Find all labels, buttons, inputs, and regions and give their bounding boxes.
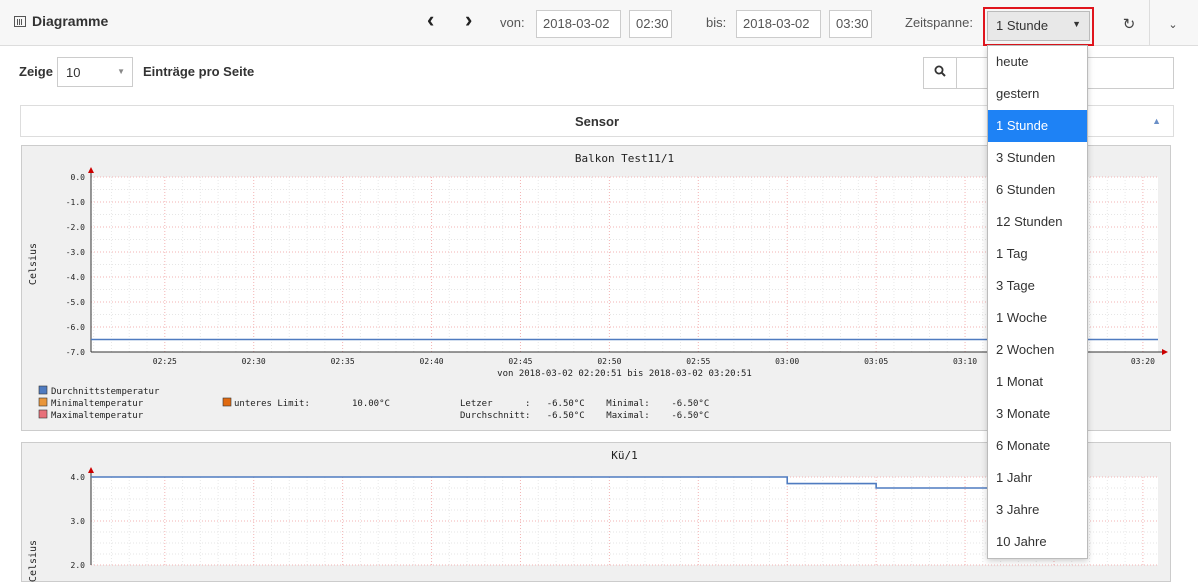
- x-tick-label: 03:10: [953, 357, 977, 366]
- bis-label: bis:: [706, 15, 727, 30]
- legend-entry: Durchnittstemperatur: [51, 387, 160, 397]
- x-tick-label: 02:45: [508, 357, 532, 366]
- stats-line: Letzer : -6.50°C Minimal: -6.50°C: [460, 399, 709, 409]
- bis-time-input[interactable]: 03:30: [829, 10, 872, 38]
- limit-swatch: [222, 397, 232, 407]
- panel-header: Diagramme ‹ › von: 2018-03-02 02:30 bis:…: [0, 0, 1198, 46]
- dropdown-option[interactable]: 3 Stunden: [988, 142, 1087, 174]
- x-axis-arrow: [1162, 349, 1168, 355]
- x-tick-label: 02:55: [686, 357, 710, 366]
- von-date-input[interactable]: 2018-03-02: [536, 10, 621, 38]
- y-tick-label: 2.0: [71, 561, 86, 570]
- per-page-select[interactable]: 10 ▼: [57, 57, 133, 87]
- bis-date-input[interactable]: 2018-03-02: [736, 10, 821, 38]
- legend-entry: Maximaltemperatur: [51, 411, 144, 421]
- zeitspanne-label: Zeitspanne:: [905, 15, 973, 30]
- legend-swatch: [38, 385, 48, 395]
- x-axis-label: von 2018-03-02 02:20:51 bis 2018-03-02 0…: [497, 369, 752, 379]
- divider: [1149, 0, 1150, 46]
- dropdown-option[interactable]: 10 Jahre: [988, 526, 1087, 558]
- dropdown-option[interactable]: 1 Monat: [988, 366, 1087, 398]
- dropdown-option[interactable]: 3 Jahre: [988, 494, 1087, 526]
- x-tick-label: 02:25: [153, 357, 177, 366]
- von-label: von:: [500, 15, 525, 30]
- y-tick-label: -1.0: [66, 198, 85, 207]
- legend-entry: Minimaltemperatur: [51, 399, 144, 409]
- selection-highlight: [983, 7, 1094, 46]
- x-tick-label: 02:40: [420, 357, 444, 366]
- x-tick-label: 03:20: [1131, 357, 1155, 366]
- panel-title: Diagramme: [14, 13, 108, 29]
- y-tick-label: 4.0: [71, 473, 86, 482]
- y-tick-label: -6.0: [66, 323, 85, 332]
- next-arrow-button[interactable]: ›: [465, 9, 472, 31]
- limit-label: unteres Limit:: [234, 399, 310, 409]
- stats-line: Durchschnitt: -6.50°C Maximal: -6.50°C: [460, 411, 709, 421]
- bar-chart-icon: [14, 16, 26, 27]
- legend-swatch: [38, 397, 48, 407]
- dropdown-option[interactable]: gestern: [988, 78, 1087, 110]
- prev-arrow-button[interactable]: ‹: [427, 9, 434, 31]
- x-tick-label: 03:00: [775, 357, 799, 366]
- sort-asc-icon[interactable]: ▲: [1152, 106, 1161, 137]
- y-axis-label: Celsius: [28, 243, 39, 285]
- dropdown-option[interactable]: 1 Woche: [988, 302, 1087, 334]
- search-icon: [934, 65, 946, 77]
- x-tick-label: 03:05: [864, 357, 888, 366]
- y-tick-label: -3.0: [66, 248, 85, 257]
- limit-value: 10.00°C: [352, 399, 390, 409]
- chart-title: Balkon Test11/1: [575, 152, 674, 165]
- y-tick-label: 3.0: [71, 517, 86, 526]
- y-tick-label: -7.0: [66, 348, 85, 357]
- dropdown-option[interactable]: 6 Stunden: [988, 174, 1087, 206]
- y-axis-arrow: [88, 467, 94, 473]
- y-tick-label: 0.0: [71, 173, 86, 182]
- dropdown-option[interactable]: heute: [988, 46, 1087, 78]
- dropdown-option[interactable]: 1 Tag: [988, 238, 1087, 270]
- select-caret-icon: ▼: [117, 67, 125, 76]
- dropdown-option[interactable]: 6 Monate: [988, 430, 1087, 462]
- y-axis-arrow: [88, 167, 94, 173]
- dropdown-option[interactable]: 2 Wochen: [988, 334, 1087, 366]
- von-time-input[interactable]: 02:30: [629, 10, 672, 38]
- x-tick-label: 02:50: [597, 357, 621, 366]
- dropdown-option[interactable]: 3 Tage: [988, 270, 1087, 302]
- dropdown-option[interactable]: 1 Jahr: [988, 462, 1087, 494]
- y-axis-label: Celsius: [28, 540, 39, 582]
- dropdown-option[interactable]: 1 Stunde: [988, 110, 1087, 142]
- dropdown-option[interactable]: 3 Monate: [988, 398, 1087, 430]
- y-tick-label: -2.0: [66, 223, 85, 232]
- x-tick-label: 02:30: [242, 357, 266, 366]
- refresh-icon[interactable]: ↻: [1114, 10, 1144, 40]
- chart-title: Kü/1: [611, 449, 638, 462]
- show-label: Zeige: [19, 64, 53, 79]
- x-tick-label: 02:35: [331, 357, 355, 366]
- dropdown-option[interactable]: 12 Stunden: [988, 206, 1087, 238]
- entries-per-page-label: Einträge pro Seite: [143, 64, 255, 79]
- y-tick-label: -5.0: [66, 298, 85, 307]
- search-button[interactable]: [923, 57, 957, 89]
- legend-swatch: [38, 409, 48, 419]
- zeitspanne-dropdown: heute gestern 1 Stunde 3 Stunden 6 Stunden 12…: [987, 45, 1088, 559]
- chevron-down-icon[interactable]: ⌄: [1158, 10, 1188, 40]
- y-tick-label: -4.0: [66, 273, 85, 282]
